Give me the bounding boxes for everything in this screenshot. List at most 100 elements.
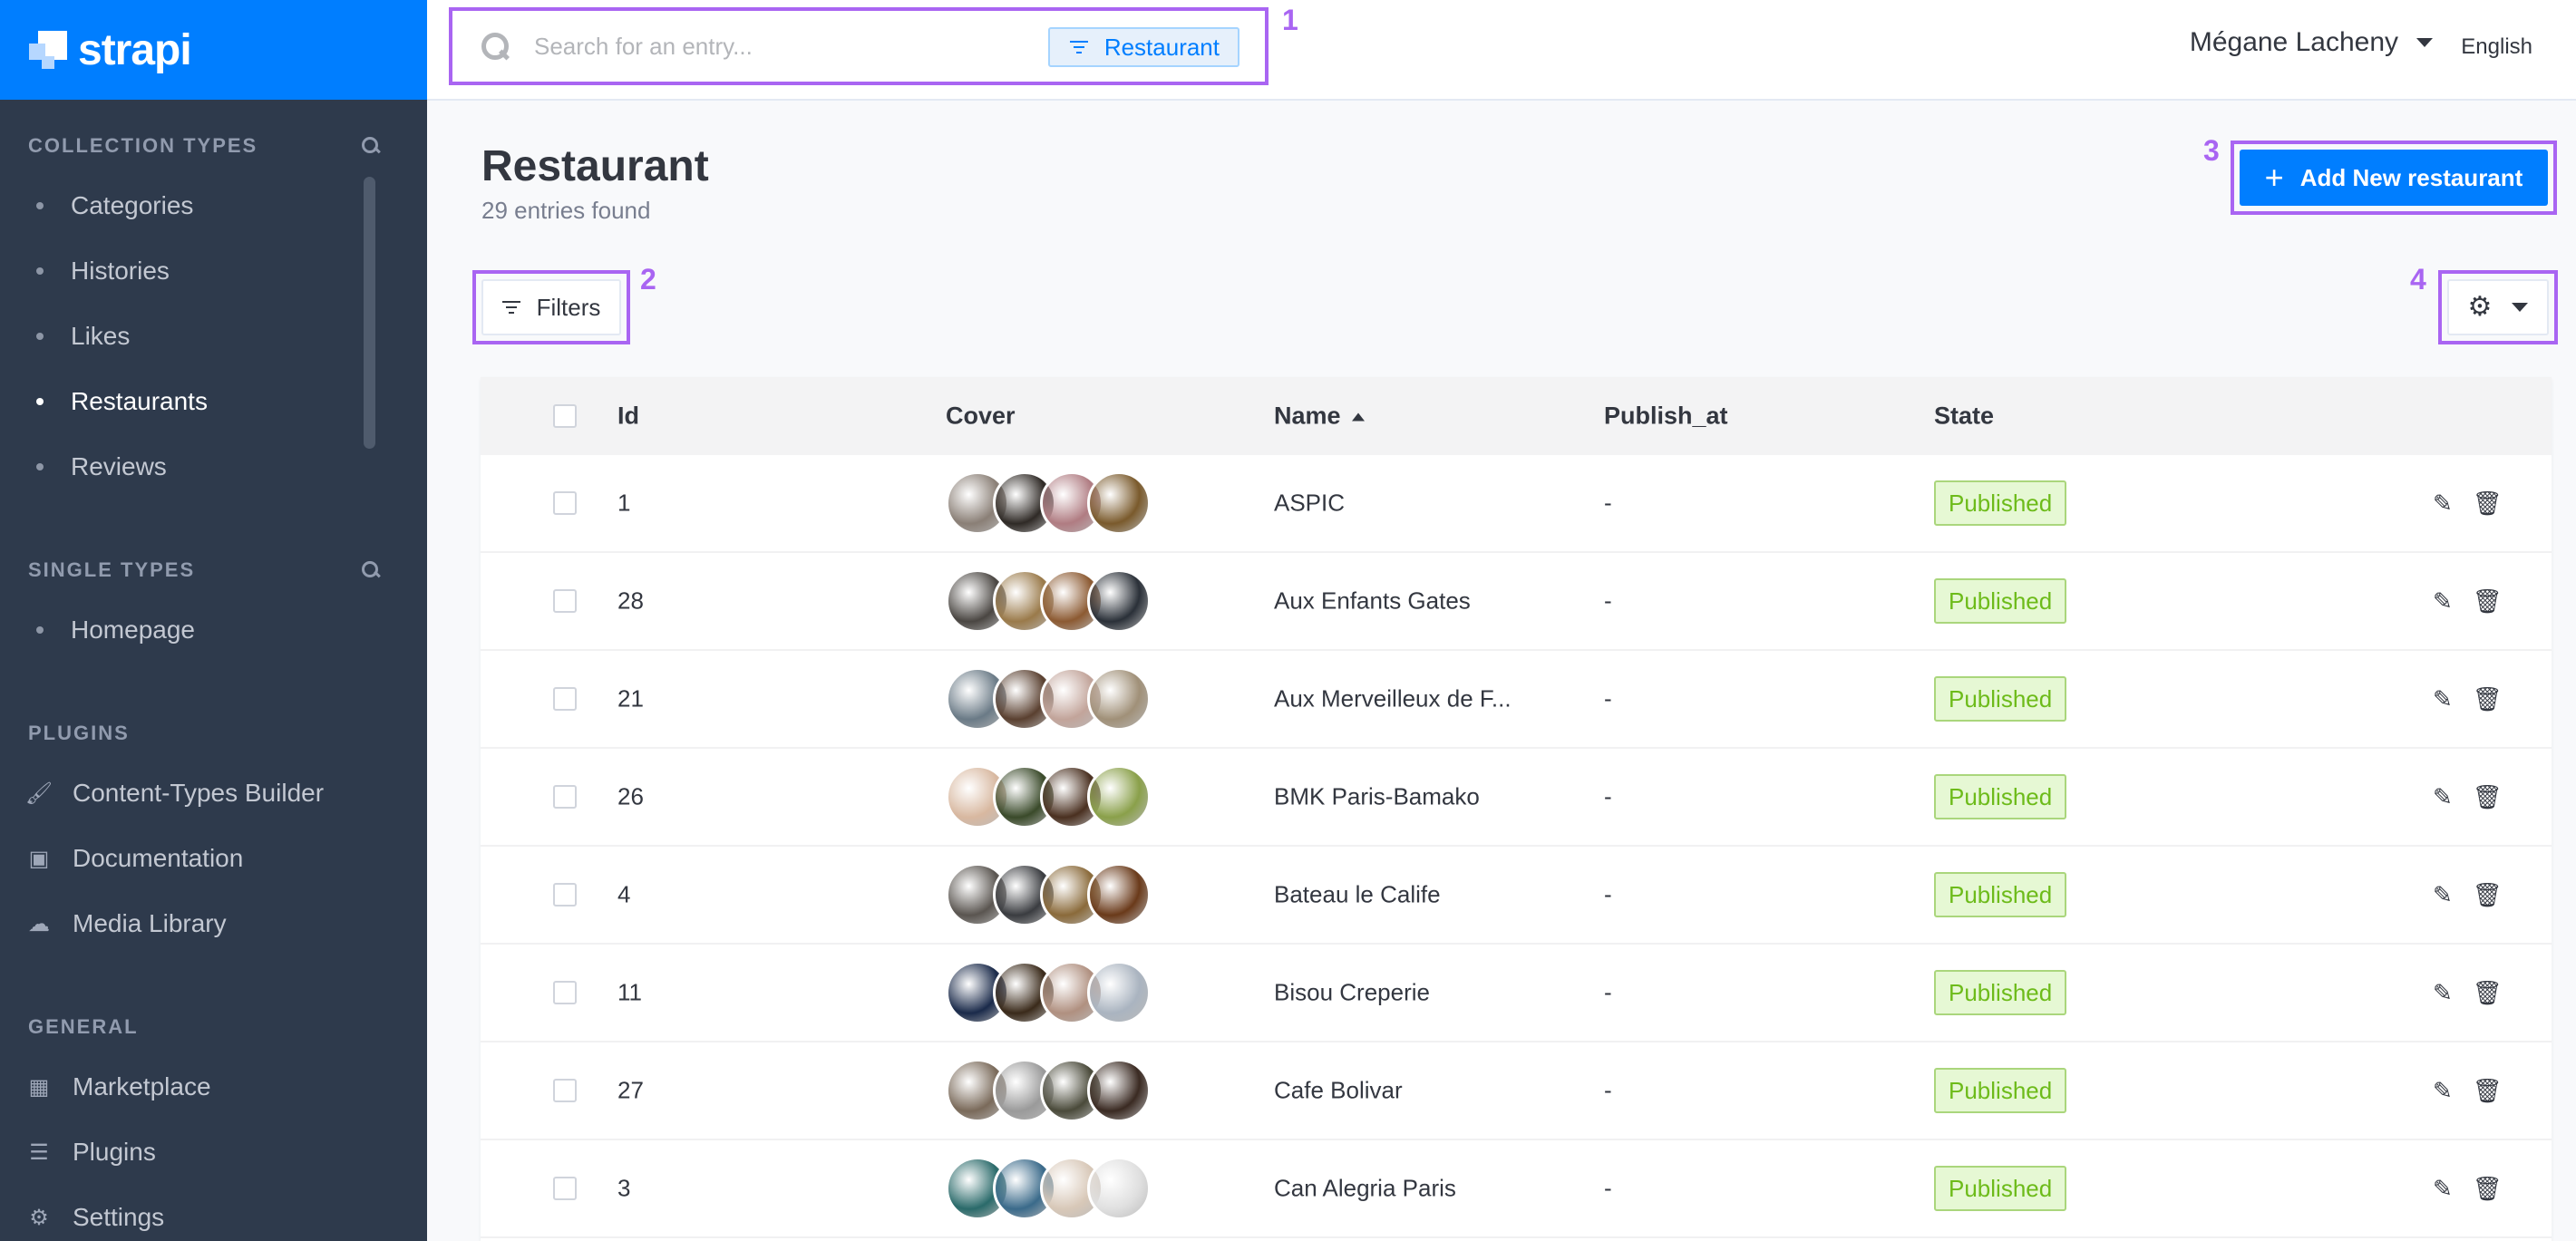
bullet-icon xyxy=(36,398,44,405)
delete-trash-icon[interactable]: 🗑︎ xyxy=(2473,1079,2503,1102)
row-checkbox[interactable] xyxy=(553,785,577,809)
edit-pencil-icon[interactable]: ✎ xyxy=(2433,883,2453,907)
sidebar-item-label: Settings xyxy=(73,1203,165,1231)
edit-pencil-icon[interactable]: ✎ xyxy=(2433,1177,2453,1200)
sidebar-item-label: Reviews xyxy=(71,452,167,480)
section-title: PLUGINS xyxy=(28,722,130,744)
column-header-id[interactable]: Id xyxy=(617,402,639,431)
cover-thumbnail xyxy=(1087,1059,1151,1122)
logo-bar[interactable]: strapi xyxy=(0,0,427,100)
row-actions: ✎ 🗑︎ xyxy=(2433,883,2523,907)
search-filter-chip[interactable]: Restaurant xyxy=(1047,27,1239,67)
edit-pencil-icon[interactable]: ✎ xyxy=(2433,687,2453,711)
cell-state: Published xyxy=(1934,578,2067,624)
status-badge: Published xyxy=(1934,774,2067,819)
sidebar-item-marketplace[interactable]: ▦ Marketplace xyxy=(0,1054,427,1120)
table-row[interactable]: 21 Aux Merveilleux de F... - Published ✎… xyxy=(481,651,2552,749)
user-menu[interactable]: Mégane Lacheny xyxy=(2190,27,2433,58)
cell-state: Published xyxy=(1934,480,2067,526)
status-badge: Published xyxy=(1934,578,2067,624)
callout-label: 4 xyxy=(2410,263,2426,296)
cover-thumbnail xyxy=(1087,569,1151,633)
sidebar-item-plugins[interactable]: ☰ Plugins xyxy=(0,1120,427,1185)
add-button-label: Add New restaurant xyxy=(2299,163,2523,191)
cell-name: Cafe Bolivar xyxy=(1274,1076,1403,1104)
delete-trash-icon[interactable]: 🗑︎ xyxy=(2473,1177,2503,1200)
edit-pencil-icon[interactable]: ✎ xyxy=(2433,491,2453,515)
search-icon[interactable] xyxy=(360,559,382,581)
edit-pencil-icon[interactable]: ✎ xyxy=(2433,785,2453,809)
row-actions: ✎ 🗑︎ xyxy=(2433,491,2523,515)
cover-thumbnail xyxy=(1087,1157,1151,1220)
cell-state: Published xyxy=(1934,1068,2067,1113)
cell-publish-at: - xyxy=(1604,782,1612,810)
select-all-checkbox[interactable] xyxy=(553,404,577,428)
delete-trash-icon[interactable]: 🗑︎ xyxy=(2473,785,2503,809)
delete-trash-icon[interactable]: 🗑︎ xyxy=(2473,981,2503,1004)
row-checkbox[interactable] xyxy=(553,589,577,613)
filters-label: Filters xyxy=(536,293,601,321)
column-header-cover[interactable]: Cover xyxy=(946,402,1016,431)
entries-count: 29 entries found xyxy=(481,197,651,224)
cell-cover xyxy=(946,961,1151,1024)
filters-button[interactable]: Filters xyxy=(481,279,621,335)
row-checkbox[interactable] xyxy=(553,883,577,907)
table-settings-button[interactable]: ⚙ xyxy=(2447,279,2549,335)
delete-trash-icon[interactable]: 🗑︎ xyxy=(2473,589,2503,613)
table-row[interactable]: 4 Bateau le Calife - Published ✎ 🗑︎ xyxy=(481,847,2552,945)
sidebar-item-media-library[interactable]: ☁ Media Library xyxy=(0,891,427,956)
table-row[interactable]: 26 BMK Paris-Bamako - Published ✎ 🗑︎ xyxy=(481,749,2552,847)
delete-trash-icon[interactable]: 🗑︎ xyxy=(2473,491,2503,515)
delete-trash-icon[interactable]: 🗑︎ xyxy=(2473,883,2503,907)
edit-pencil-icon[interactable]: ✎ xyxy=(2433,981,2453,1004)
search-icon[interactable] xyxy=(360,135,382,157)
cell-publish-at: - xyxy=(1604,489,1612,517)
cover-thumbnail xyxy=(1087,471,1151,535)
sidebar-scrollbar[interactable] xyxy=(364,177,375,449)
column-header-state[interactable]: State xyxy=(1934,402,1994,431)
cell-id: 11 xyxy=(617,978,642,1006)
status-badge: Published xyxy=(1934,676,2067,722)
row-checkbox[interactable] xyxy=(553,1079,577,1102)
delete-trash-icon[interactable]: 🗑︎ xyxy=(2473,687,2503,711)
sidebar-item-label: Categories xyxy=(71,191,194,219)
row-checkbox[interactable] xyxy=(553,491,577,515)
cell-name: ASPIC xyxy=(1274,489,1346,517)
basket-icon: ▦ xyxy=(28,1074,50,1100)
paintbrush-icon: 🖌︎ xyxy=(24,780,53,806)
table-row[interactable]: 11 Bisou Creperie - Published ✎ 🗑︎ xyxy=(481,945,2552,1042)
edit-pencil-icon[interactable]: ✎ xyxy=(2433,1079,2453,1102)
cover-thumbnail xyxy=(1087,667,1151,731)
row-checkbox[interactable] xyxy=(553,687,577,711)
sidebar-item-homepage[interactable]: Homepage xyxy=(0,597,427,663)
status-badge: Published xyxy=(1934,970,2067,1015)
table-row[interactable]: 28 Aux Enfants Gates - Published ✎ 🗑︎ xyxy=(481,553,2552,651)
cell-name: Bateau le Calife xyxy=(1274,880,1441,908)
section-title: COLLECTION TYPES xyxy=(28,134,258,157)
row-checkbox[interactable] xyxy=(553,1177,577,1200)
row-checkbox[interactable] xyxy=(553,981,577,1004)
column-header-name[interactable]: Name xyxy=(1274,402,1365,431)
table-row[interactable]: 3 Can Alegria Paris - Published ✎ 🗑︎ xyxy=(481,1140,2552,1238)
language-selector[interactable]: English xyxy=(2461,34,2532,60)
filter-chip-label: Restaurant xyxy=(1103,33,1220,61)
cell-id: 3 xyxy=(617,1174,631,1202)
search-input[interactable] xyxy=(534,32,1042,61)
cell-state: Published xyxy=(1934,774,2067,819)
add-new-restaurant-button[interactable]: + Add New restaurant xyxy=(2240,150,2548,206)
table-row[interactable]: 27 Cafe Bolivar - Published ✎ 🗑︎ xyxy=(481,1042,2552,1140)
edit-pencil-icon[interactable]: ✎ xyxy=(2433,589,2453,613)
row-actions: ✎ 🗑︎ xyxy=(2433,687,2523,711)
callout-label: 2 xyxy=(640,263,656,296)
sidebar-item-settings[interactable]: ⚙ Settings xyxy=(0,1185,427,1241)
cell-publish-at: - xyxy=(1604,1076,1612,1104)
plus-icon: + xyxy=(2264,159,2284,196)
sidebar-item-content-types-builder[interactable]: 🖌︎ Content-Types Builder xyxy=(0,761,427,826)
general-section: GENERAL ▦ Marketplace ☰ Plugins ⚙ Settin… xyxy=(0,1009,427,1241)
table-row[interactable]: 1 ASPIC - Published ✎ 🗑︎ xyxy=(481,455,2552,553)
cell-cover xyxy=(946,863,1151,926)
sidebar-item-documentation[interactable]: ▣ Documentation xyxy=(0,826,427,891)
add-button-highlight: + Add New restaurant xyxy=(2231,141,2557,215)
cell-state: Published xyxy=(1934,970,2067,1015)
column-header-publish-at[interactable]: Publish_at xyxy=(1604,402,1728,431)
